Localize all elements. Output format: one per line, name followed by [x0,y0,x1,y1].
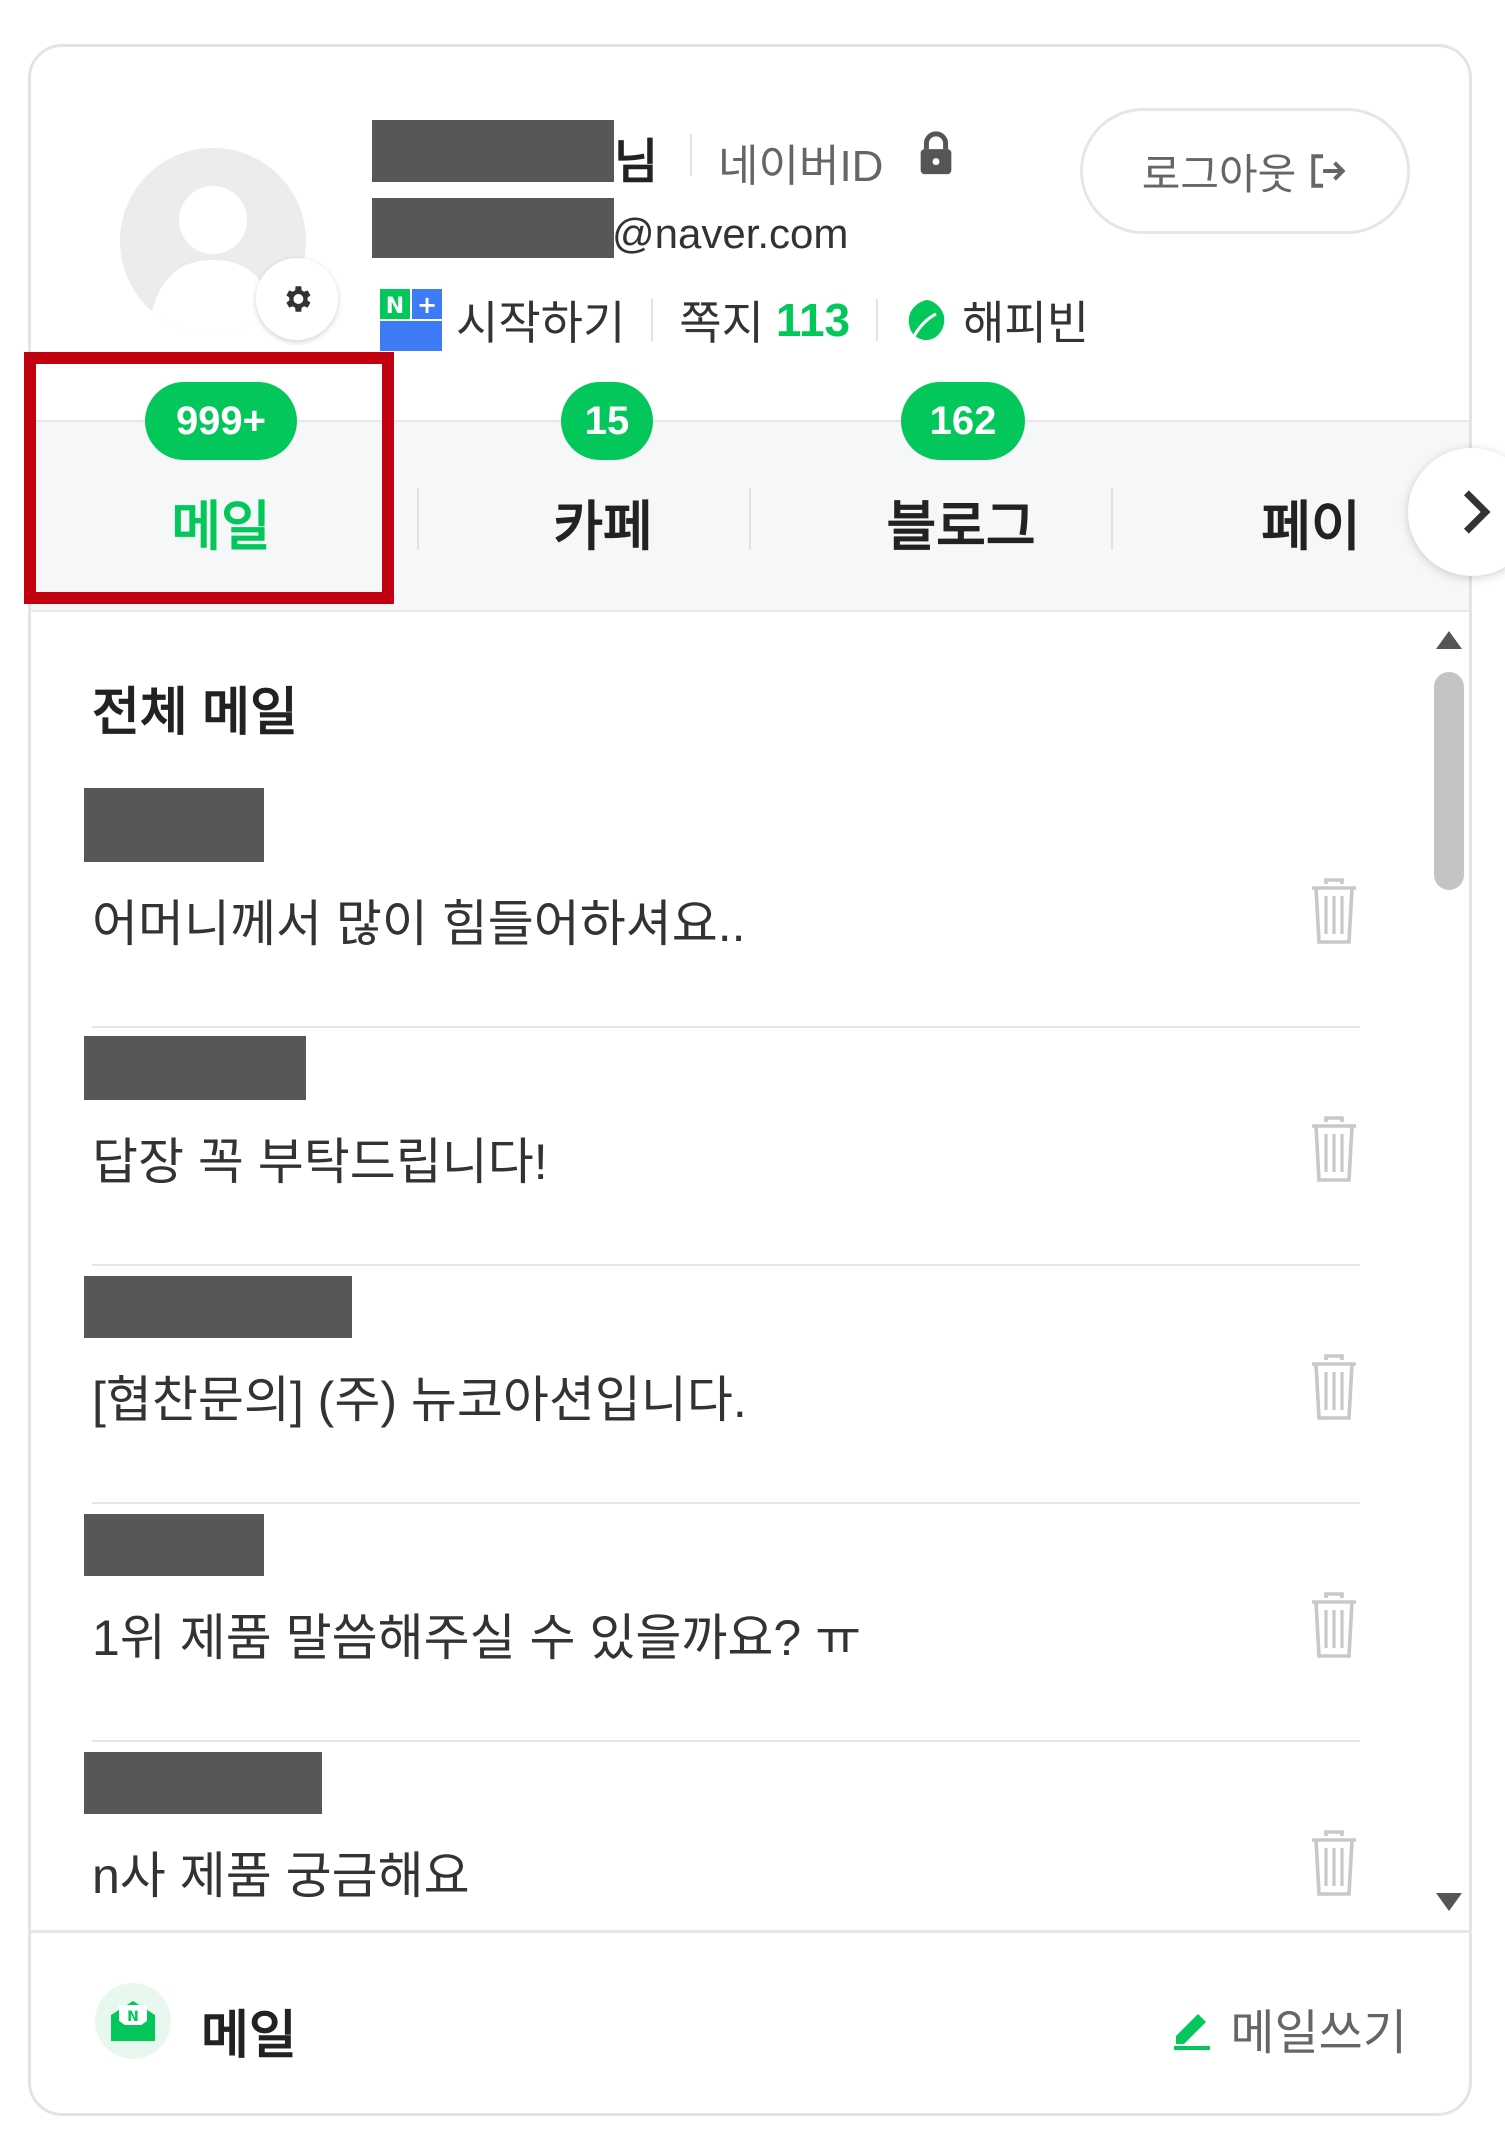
redacted-email-id [372,198,614,258]
mail-service-label[interactable]: 메일 [201,1993,297,2068]
logout-button[interactable]: 로그아웃 [1080,108,1410,234]
redacted-name [372,120,614,182]
mail-subject[interactable]: 1위 제품 말씀해주실 수 있을까요? ㅠ [92,1598,861,1670]
mail-item[interactable]: [협찬문의] (주) 뉴코아션입니다. [84,1264,1360,1504]
happybean-leaf-icon [908,300,945,340]
divider [417,488,419,550]
mail-service-link[interactable]: N [95,1983,171,2059]
start-link[interactable]: 시작하기 [456,287,625,353]
tab-blog-label: 블로그 [886,497,1036,557]
tab-blog[interactable]: 162 블로그 [821,382,1101,612]
naver-id-link[interactable]: 네이버ID [718,130,883,194]
tab-pay-label: 페이 [1261,497,1361,557]
redacted-sender [84,1036,306,1100]
svg-text:+: + [417,291,437,319]
trash-icon[interactable] [1308,1830,1360,1896]
lock-icon[interactable] [916,130,956,176]
cafe-count-badge: 15 [561,382,653,460]
logout-label: 로그아웃 [1141,150,1297,198]
gear-icon [286,286,311,312]
tab-pay[interactable]: 페이 [1181,422,1441,612]
list-title: 전체 메일 [92,684,298,742]
highlight-box [24,352,394,604]
mail-subject[interactable]: n사 제품 궁금해요 [92,1836,470,1908]
mail-logo-icon: N [111,2001,155,2041]
profile-settings-button[interactable] [256,258,338,340]
redacted-sender [84,1514,264,1576]
mail-item[interactable]: 1위 제품 말씀해주실 수 있을까요? ㅠ [84,1502,1360,1742]
chevron-right-icon [1463,490,1491,534]
blog-count-badge: 162 [901,382,1025,460]
trash-icon[interactable] [1308,1116,1360,1182]
redacted-sender [84,788,264,862]
mail-subject[interactable]: [협찬문의] (주) 뉴코아션입니다. [92,1360,747,1432]
email-domain: @naver.com [612,210,849,257]
notes-link[interactable]: 쪽지 [679,287,764,353]
happybean-link[interactable]: 해피빈 [962,287,1089,353]
redacted-sender [84,1276,352,1338]
scroll-down-arrow-icon[interactable] [1434,1890,1464,1914]
compose-mail-button[interactable]: 메일쓰기 [1170,1993,1407,2063]
profile-links: N + 시작하기 쪽지 113 해피빈 [380,287,1089,353]
mail-item[interactable]: 어머니께서 많이 힘들어하셔요.. [84,788,1360,1028]
mail-subject[interactable]: 어머니께서 많이 힘들어하셔요.. [92,884,746,956]
mail-subject[interactable]: 답장 꼭 부탁드립니다! [92,1122,548,1194]
scrollbar[interactable] [1420,620,1476,1920]
nplus-membership-icon: N + [380,289,442,351]
notes-count[interactable]: 113 [776,293,850,347]
svg-text:N: N [386,294,404,319]
trash-icon[interactable] [1308,878,1360,944]
divider [690,134,692,176]
divider [651,299,654,341]
divider [749,488,751,550]
mail-item[interactable]: 답장 꼭 부탁드립니다! [84,1026,1360,1266]
redacted-sender [84,1752,322,1814]
trash-icon[interactable] [1308,1354,1360,1420]
panel-footer: N 메일 메일쓰기 [31,1930,1469,2110]
scroll-up-arrow-icon[interactable] [1434,628,1464,652]
divider [876,299,879,341]
logout-arrow-icon [1311,154,1346,188]
trash-icon[interactable] [1308,1592,1360,1658]
tab-cafe[interactable]: 15 카페 [463,382,743,612]
divider [1111,488,1113,550]
pencil-icon [1174,2014,1211,2050]
svg-text:N: N [127,2009,139,2025]
scroll-thumb[interactable] [1434,672,1464,890]
tab-cafe-label: 카페 [553,497,653,557]
user-name-suffix: 님 [614,136,659,189]
compose-mail-label: 메일쓰기 [1230,2007,1407,2060]
mail-item[interactable]: n사 제품 궁금해요 [84,1740,1360,1930]
